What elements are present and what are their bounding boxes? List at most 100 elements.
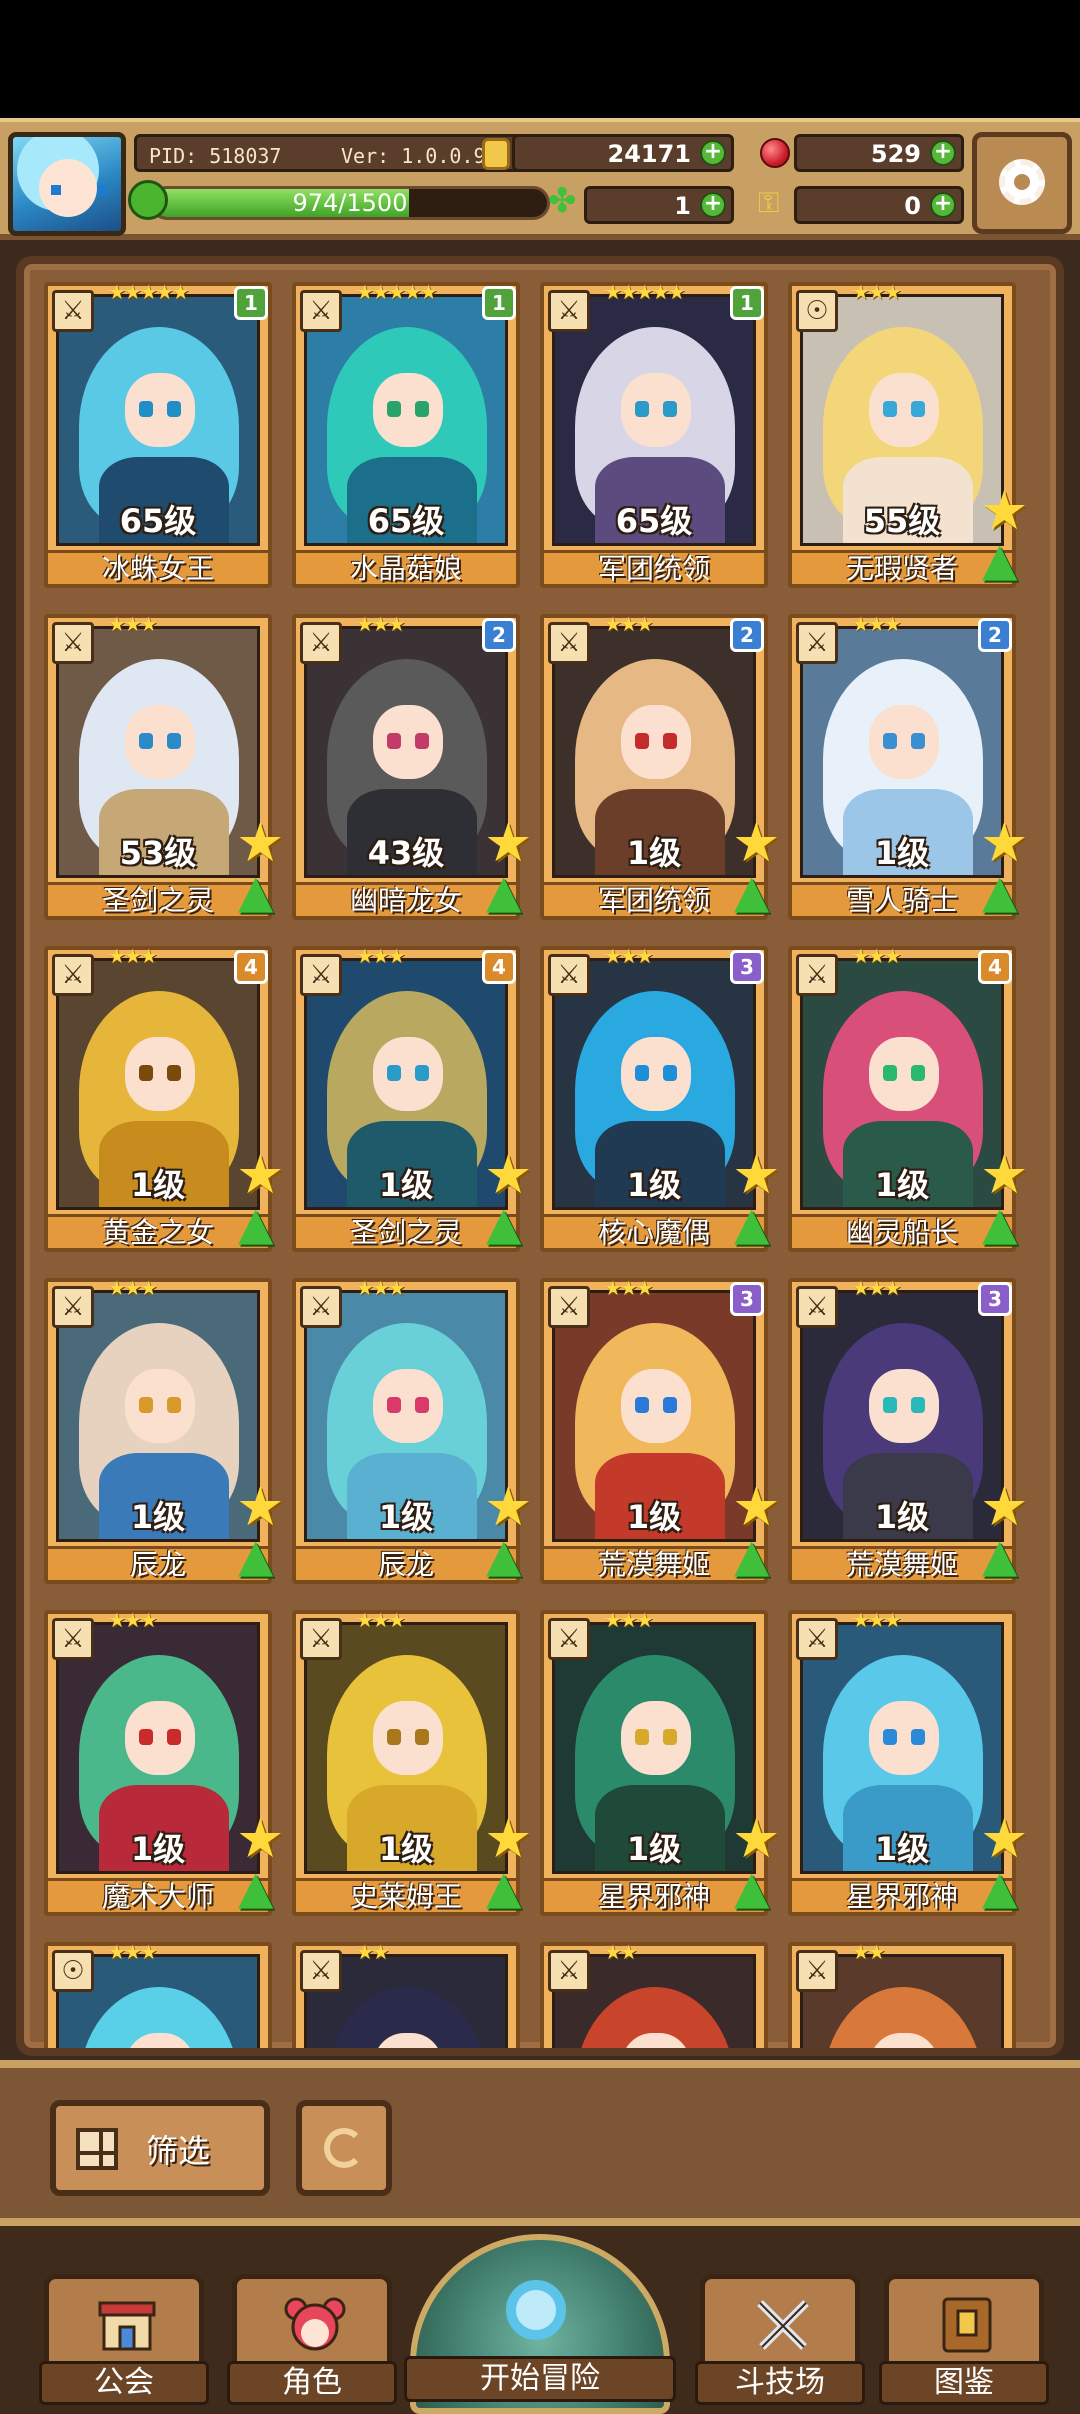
character-level: 1级: [130, 1166, 186, 1204]
character-card[interactable]: ⚔ ★★★ 3 1级 核心魔偶 ★ ▲: [540, 944, 780, 1252]
character-level: 1级: [626, 834, 682, 872]
eye: [167, 1729, 181, 1745]
clover-bar: 1 +: [584, 186, 734, 224]
nav-guild-label: 公会: [39, 2361, 209, 2405]
character-card[interactable]: ⚔ ★★★ 1级 辰龙 ★ ▲: [44, 1276, 284, 1584]
nav-arena-label: 斗技场: [695, 2361, 865, 2405]
eye: [663, 401, 677, 417]
level-up-arrow-icon: ▲: [734, 864, 770, 918]
rarity-stars: ★★★: [852, 280, 902, 304]
character-card[interactable]: ⚔ ★★★ 53级 圣剑之灵 ★ ▲: [44, 612, 284, 920]
character-name: 军团统领: [544, 882, 764, 917]
roster-controls: 筛选: [0, 2060, 1080, 2226]
character-level: 1级: [130, 1830, 186, 1868]
face: [125, 1037, 195, 1111]
character-level: 1级: [626, 1498, 682, 1536]
star-upgrade-icon: ★: [980, 811, 1029, 874]
character-card[interactable]: ⚔ ★★★ 1级 辰龙 ★ ▲: [292, 1276, 532, 1584]
level-up-arrow-icon: ▲: [486, 1860, 522, 1914]
crossed-swords-icon: [757, 2300, 809, 2350]
level-up-arrow-icon: ▲: [486, 1528, 522, 1582]
add-key-button[interactable]: +: [930, 192, 956, 218]
class-badge: 4: [978, 950, 1012, 984]
character-card[interactable]: ⚔ ★★★ 3 1级 荒漠舞姬 ★ ▲: [788, 1276, 1028, 1584]
eye: [911, 733, 925, 749]
nav-guild[interactable]: 公会: [39, 2274, 209, 2405]
add-gem-button[interactable]: +: [930, 140, 956, 166]
weapon-type-icon: ⚔: [548, 1286, 590, 1328]
weapon-type-icon: ⚔: [52, 1286, 94, 1328]
character-card[interactable]: ⚔ ★★★ 2 43级 幽暗龙女 ★ ▲: [292, 612, 532, 920]
add-gold-button[interactable]: +: [700, 140, 726, 166]
character-level: 1级: [626, 1166, 682, 1204]
character-card[interactable]: ☉ ★★★ 55级 无瑕贤者 ★ ▲: [788, 280, 1028, 588]
character-card[interactable]: ⚔ ★★★ 2 1级 雪人骑士 ★ ▲: [788, 612, 1028, 920]
player-id: PID: 518037: [149, 144, 282, 168]
player-avatar[interactable]: [8, 132, 126, 236]
reset-filter-button[interactable]: [296, 2100, 392, 2196]
character-name: 星界邪神: [544, 1878, 764, 1913]
character-card[interactable]: ⚔ ★★★★★ 1 65级 军团统领: [540, 280, 768, 588]
weapon-type-icon: ⚔: [300, 954, 342, 996]
character-card[interactable]: ⚔ ★★: [788, 1940, 1016, 2048]
gear-icon: [999, 159, 1045, 205]
rarity-stars: ★★★: [356, 1608, 406, 1632]
character-card[interactable]: ⚔ ★★★ 1级 星界邪神 ★ ▲: [788, 1608, 1028, 1916]
class-badge: 3: [730, 950, 764, 984]
level-up-arrow-icon: ▲: [238, 1528, 274, 1582]
character-card[interactable]: ☉ ★★★: [44, 1940, 272, 2048]
gold-bar: 24171 +: [512, 134, 734, 172]
level-up-arrow-icon: ▲: [982, 1860, 1018, 1914]
level-up-arrow-icon: ▲: [982, 532, 1018, 586]
character-card[interactable]: ⚔ ★★★ 3 1级 荒漠舞姬 ★ ▲: [540, 1276, 780, 1584]
nav-arena[interactable]: 斗技场: [695, 2274, 865, 2405]
character-card[interactable]: ⚔ ★★★★★ 1 65级 冰蛛女王: [44, 280, 272, 588]
character-card[interactable]: ⚔ ★★★ 1级 史莱姆王 ★ ▲: [292, 1608, 532, 1916]
eye: [415, 1729, 429, 1745]
magnifier-icon: [506, 2280, 566, 2340]
character-name: 核心魔偶: [544, 1214, 764, 1249]
eye: [635, 401, 649, 417]
player-info-panel: PID: 518037 Ver: 1.0.0.9 24171 + 529 + 9…: [128, 134, 964, 232]
character-card[interactable]: ⚔ ★★★★★ 1 65级 水晶菇娘: [292, 280, 520, 588]
face: [621, 705, 691, 779]
character-card[interactable]: ⚔ ★★: [540, 1940, 768, 2048]
nav-character-label: 角色: [227, 2361, 397, 2405]
filter-button[interactable]: 筛选: [50, 2100, 270, 2196]
character-card[interactable]: ⚔ ★★★ 1级 星界邪神 ★ ▲: [540, 1608, 780, 1916]
weapon-type-icon: ⚔: [52, 954, 94, 996]
gold-amount: 24171: [607, 140, 692, 168]
level-up-arrow-icon: ▲: [982, 1196, 1018, 1250]
key-amount: 0: [904, 192, 921, 220]
character-card[interactable]: ⚔ ★★★ 4 1级 幽灵船长 ★ ▲: [788, 944, 1028, 1252]
character-card[interactable]: ⚔ ★★: [292, 1940, 520, 2048]
class-badge: 4: [234, 950, 268, 984]
nav-codex[interactable]: 图鉴: [879, 2274, 1049, 2405]
rarity-stars: ★★★: [108, 944, 158, 968]
character-roster: ⚔ ★★★★★ 1 65级 冰蛛女王 ⚔ ★★★★★ 1 65级 水晶菇娘 ⚔ ★★★★★ 1 65级 军团…: [16, 256, 1064, 2056]
settings-button[interactable]: [972, 132, 1072, 234]
nav-character[interactable]: 角色: [227, 2274, 397, 2405]
weapon-type-icon: ⚔: [796, 1950, 838, 1992]
rarity-stars: ★★: [852, 1940, 886, 1964]
eye: [911, 1729, 925, 1745]
character-card[interactable]: ⚔ ★★★ 2 1级 军团统领 ★ ▲: [540, 612, 780, 920]
character-name: 黄金之女: [48, 1214, 268, 1249]
add-clover-button[interactable]: +: [700, 192, 726, 218]
xp-text: 974/1500: [292, 189, 408, 217]
rarity-stars: ★★★: [108, 1608, 158, 1632]
weapon-type-icon: ⚔: [796, 954, 838, 996]
eye: [139, 1065, 153, 1081]
class-badge: 3: [978, 1282, 1012, 1316]
star-upgrade-icon: ★: [484, 1807, 533, 1870]
character-level: 1级: [626, 1830, 682, 1868]
rarity-stars: ★★★: [356, 612, 406, 636]
rarity-stars: ★★★: [604, 944, 654, 968]
eye: [663, 1397, 677, 1413]
character-card[interactable]: ⚔ ★★★ 4 1级 黄金之女 ★ ▲: [44, 944, 284, 1252]
rarity-stars: ★★★: [852, 1608, 902, 1632]
character-card[interactable]: ⚔ ★★★ 4 1级 圣剑之灵 ★ ▲: [292, 944, 532, 1252]
character-card[interactable]: ⚔ ★★★ 1级 魔术大师 ★ ▲: [44, 1608, 284, 1916]
eye: [139, 733, 153, 749]
face: [373, 1037, 443, 1111]
